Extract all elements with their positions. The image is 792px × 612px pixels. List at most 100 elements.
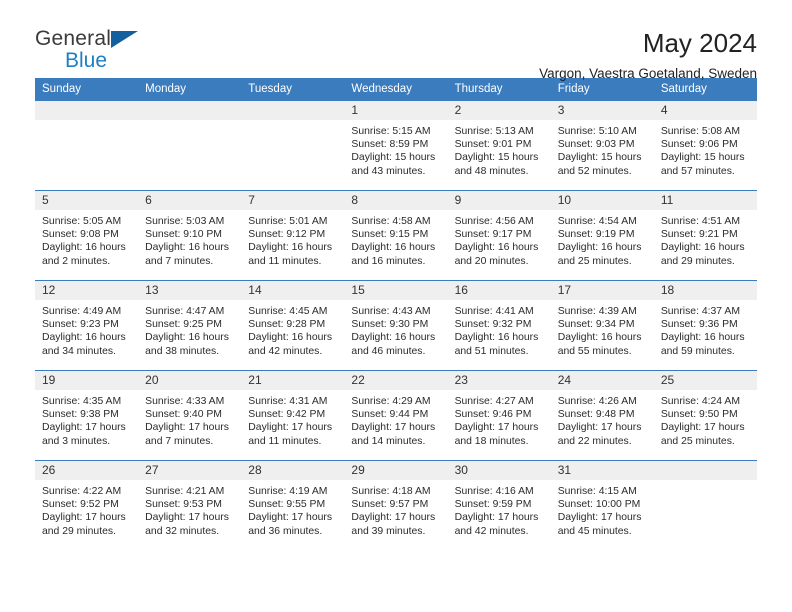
calendar-day-cell[interactable]: 16 Sunrise: 4:41 AM Sunset: 9:32 PM Dayligh… xyxy=(447,280,551,371)
calendar-header-row: Sunday Monday Tuesday Wednesday Thursday Frid… xyxy=(35,78,757,101)
daylight-text: Daylight: 15 hours and 48 minutes. xyxy=(454,152,539,177)
calendar-day-cell[interactable]: 1 Sunrise: 5:15 AM Sunset: 8:59 PM Daylight… xyxy=(344,100,448,191)
sunset-text: Sunset: 9:40 PM xyxy=(145,409,222,421)
calendar-day-cell[interactable]: 20 Sunrise: 4:33 AM Sunset: 9:40 PM Dayligh… xyxy=(138,370,242,461)
sunset-text: Sunset: 9:52 PM xyxy=(42,499,119,511)
calendar-page: General Blue May 2024 Vargon, Vaestra Go… xyxy=(0,0,792,612)
day-number: 1 xyxy=(344,101,448,120)
sunset-text: Sunset: 9:08 PM xyxy=(42,229,119,241)
sunset-text: Sunset: 9:06 PM xyxy=(660,139,738,151)
calendar-day-cell[interactable]: 17 Sunrise: 4:39 AM Sunset: 9:34 PM Dayligh… xyxy=(550,280,654,371)
calendar-day-cell[interactable]: 22 Sunrise: 4:29 AM Sunset: 9:44 PM Dayligh… xyxy=(344,370,448,461)
day-number: 7 xyxy=(241,191,345,210)
day-number xyxy=(241,101,345,120)
page-header: General Blue May 2024 Vargon, Vaestra Go… xyxy=(35,0,757,81)
day-number: 27 xyxy=(138,461,242,480)
calendar-day-cell[interactable]: 4 Sunrise: 5:08 AM Sunset: 9:06 PM Daylight… xyxy=(653,100,757,191)
sunset-text: Sunset: 9:46 PM xyxy=(454,409,532,421)
weekday-header-saturday: Saturday xyxy=(653,78,757,101)
calendar-day-cell[interactable]: 25 Sunrise: 4:24 AM Sunset: 9:50 PM Dayligh… xyxy=(653,370,757,461)
general-blue-logo[interactable]: General Blue xyxy=(35,28,145,76)
calendar-day-cell[interactable]: 19 Sunrise: 4:35 AM Sunset: 9:38 PM Dayligh… xyxy=(35,370,139,461)
calendar-day-cell[interactable]: 31 Sunrise: 4:15 AM Sunset: 10:00 PM Daylig… xyxy=(550,460,654,551)
title-block: May 2024 Vargon, Vaestra Goetaland, Swed… xyxy=(539,28,757,81)
weekday-header-tuesday: Tuesday xyxy=(241,78,345,101)
day-number: 23 xyxy=(447,371,551,390)
calendar-empty-cell xyxy=(241,100,345,191)
sunset-text: Sunset: 9:19 PM xyxy=(557,229,635,241)
day-number: 10 xyxy=(550,191,654,210)
daylight-text: Daylight: 15 hours and 52 minutes. xyxy=(557,152,642,177)
sunrise-text: Sunrise: 4:19 AM xyxy=(248,486,328,497)
calendar-day-cell[interactable]: 11 Sunrise: 4:51 AM Sunset: 9:21 PM Dayligh… xyxy=(653,190,757,281)
sunrise-text: Sunrise: 4:35 AM xyxy=(42,396,122,407)
calendar-day-cell[interactable]: 13 Sunrise: 4:47 AM Sunset: 9:25 PM Dayligh… xyxy=(138,280,242,371)
calendar-day-cell[interactable]: 6 Sunrise: 5:03 AM Sunset: 9:10 PM Daylight… xyxy=(138,190,242,281)
calendar-day-cell[interactable]: 21 Sunrise: 4:31 AM Sunset: 9:42 PM Dayligh… xyxy=(241,370,345,461)
day-number: 9 xyxy=(447,191,551,210)
weekday-header-friday: Friday xyxy=(550,78,654,101)
day-number: 4 xyxy=(653,101,757,120)
calendar-day-cell[interactable]: 18 Sunrise: 4:37 AM Sunset: 9:36 PM Dayligh… xyxy=(653,280,757,371)
calendar-day-cell[interactable]: 27 Sunrise: 4:21 AM Sunset: 9:53 PM Dayligh… xyxy=(138,460,242,551)
daylight-text: Daylight: 17 hours and 45 minutes. xyxy=(557,512,642,537)
day-number: 28 xyxy=(241,461,345,480)
calendar-day-cell[interactable]: 8 Sunrise: 4:58 AM Sunset: 9:15 PM Daylight… xyxy=(344,190,448,281)
sunset-text: Sunset: 9:44 PM xyxy=(351,409,429,421)
daylight-text: Daylight: 16 hours and 20 minutes. xyxy=(454,242,539,267)
day-details: Sunrise: 4:21 AM Sunset: 9:53 PM Daylight:… xyxy=(138,480,241,538)
sunrise-text: Sunrise: 4:15 AM xyxy=(557,486,637,497)
calendar-week-row: 12 Sunrise: 4:49 AM Sunset: 9:23 PM Dayligh… xyxy=(35,280,757,371)
day-number: 18 xyxy=(653,281,757,300)
calendar-day-cell[interactable]: 7 Sunrise: 5:01 AM Sunset: 9:12 PM Daylight… xyxy=(241,190,345,281)
calendar-day-cell[interactable]: 2 Sunrise: 5:13 AM Sunset: 9:01 PM Daylight… xyxy=(447,100,551,191)
day-details: Sunrise: 4:47 AM Sunset: 9:25 PM Daylight:… xyxy=(138,300,241,358)
day-details: Sunrise: 4:54 AM Sunset: 9:19 PM Daylight:… xyxy=(551,210,654,268)
sunrise-text: Sunrise: 5:05 AM xyxy=(42,216,122,227)
day-number: 24 xyxy=(550,371,654,390)
calendar-day-cell[interactable]: 12 Sunrise: 4:49 AM Sunset: 9:23 PM Dayligh… xyxy=(35,280,139,371)
calendar-day-cell[interactable]: 28 Sunrise: 4:19 AM Sunset: 9:55 PM Dayligh… xyxy=(241,460,345,551)
calendar-day-cell[interactable]: 23 Sunrise: 4:27 AM Sunset: 9:46 PM Dayligh… xyxy=(447,370,551,461)
daylight-text: Daylight: 17 hours and 36 minutes. xyxy=(248,512,333,537)
calendar-day-cell[interactable]: 14 Sunrise: 4:45 AM Sunset: 9:28 PM Dayligh… xyxy=(241,280,345,371)
daylight-text: Daylight: 16 hours and 38 minutes. xyxy=(145,332,229,357)
day-number: 6 xyxy=(138,191,242,210)
sunset-text: Sunset: 9:21 PM xyxy=(660,229,738,241)
day-details: Sunrise: 5:08 AM Sunset: 9:06 PM Daylight:… xyxy=(654,120,757,178)
sunrise-text: Sunrise: 5:03 AM xyxy=(145,216,225,227)
sunrise-text: Sunrise: 4:33 AM xyxy=(145,396,225,407)
calendar-day-cell[interactable]: 3 Sunrise: 5:10 AM Sunset: 9:03 PM Daylight… xyxy=(550,100,654,191)
sunrise-text: Sunrise: 5:13 AM xyxy=(454,126,534,137)
calendar-day-cell[interactable]: 5 Sunrise: 5:05 AM Sunset: 9:08 PM Daylight… xyxy=(35,190,139,281)
calendar-week-row: 19 Sunrise: 4:35 AM Sunset: 9:38 PM Dayligh… xyxy=(35,370,757,461)
daylight-text: Daylight: 15 hours and 57 minutes. xyxy=(660,152,745,177)
daylight-text: Daylight: 17 hours and 3 minutes. xyxy=(42,422,126,447)
calendar-day-cell[interactable]: 26 Sunrise: 4:22 AM Sunset: 9:52 PM Dayligh… xyxy=(35,460,139,551)
daylight-text: Daylight: 16 hours and 34 minutes. xyxy=(42,332,126,357)
sunrise-text: Sunrise: 4:27 AM xyxy=(454,396,534,407)
sunrise-sunset-calendar: Sunday Monday Tuesday Wednesday Thursday Frid… xyxy=(35,78,757,551)
calendar-day-cell[interactable]: 24 Sunrise: 4:26 AM Sunset: 9:48 PM Dayligh… xyxy=(550,370,654,461)
sunrise-text: Sunrise: 4:45 AM xyxy=(248,306,328,317)
calendar-day-cell[interactable]: 9 Sunrise: 4:56 AM Sunset: 9:17 PM Daylight… xyxy=(447,190,551,281)
sunset-text: Sunset: 9:59 PM xyxy=(454,499,532,511)
day-number: 26 xyxy=(35,461,139,480)
sunset-text: Sunset: 9:42 PM xyxy=(248,409,326,421)
daylight-text: Daylight: 17 hours and 32 minutes. xyxy=(145,512,229,537)
daylight-text: Daylight: 15 hours and 43 minutes. xyxy=(351,152,436,177)
day-details: Sunrise: 4:27 AM Sunset: 9:46 PM Daylight:… xyxy=(448,390,551,448)
daylight-text: Daylight: 17 hours and 29 minutes. xyxy=(42,512,126,537)
sunset-text: Sunset: 9:15 PM xyxy=(351,229,429,241)
day-number: 20 xyxy=(138,371,242,390)
day-details: Sunrise: 4:31 AM Sunset: 9:42 PM Daylight:… xyxy=(241,390,344,448)
calendar-day-cell[interactable]: 30 Sunrise: 4:16 AM Sunset: 9:59 PM Dayligh… xyxy=(447,460,551,551)
calendar-day-cell[interactable]: 29 Sunrise: 4:18 AM Sunset: 9:57 PM Dayligh… xyxy=(344,460,448,551)
weekday-header-wednesday: Wednesday xyxy=(344,78,448,101)
calendar-day-cell[interactable]: 10 Sunrise: 4:54 AM Sunset: 9:19 PM Dayligh… xyxy=(550,190,654,281)
calendar-week-row: 1 Sunrise: 5:15 AM Sunset: 8:59 PM Daylight… xyxy=(35,100,757,191)
sunrise-text: Sunrise: 4:29 AM xyxy=(351,396,431,407)
day-number: 15 xyxy=(344,281,448,300)
weekday-header-sunday: Sunday xyxy=(35,78,139,101)
calendar-day-cell[interactable]: 15 Sunrise: 4:43 AM Sunset: 9:30 PM Dayligh… xyxy=(344,280,448,371)
